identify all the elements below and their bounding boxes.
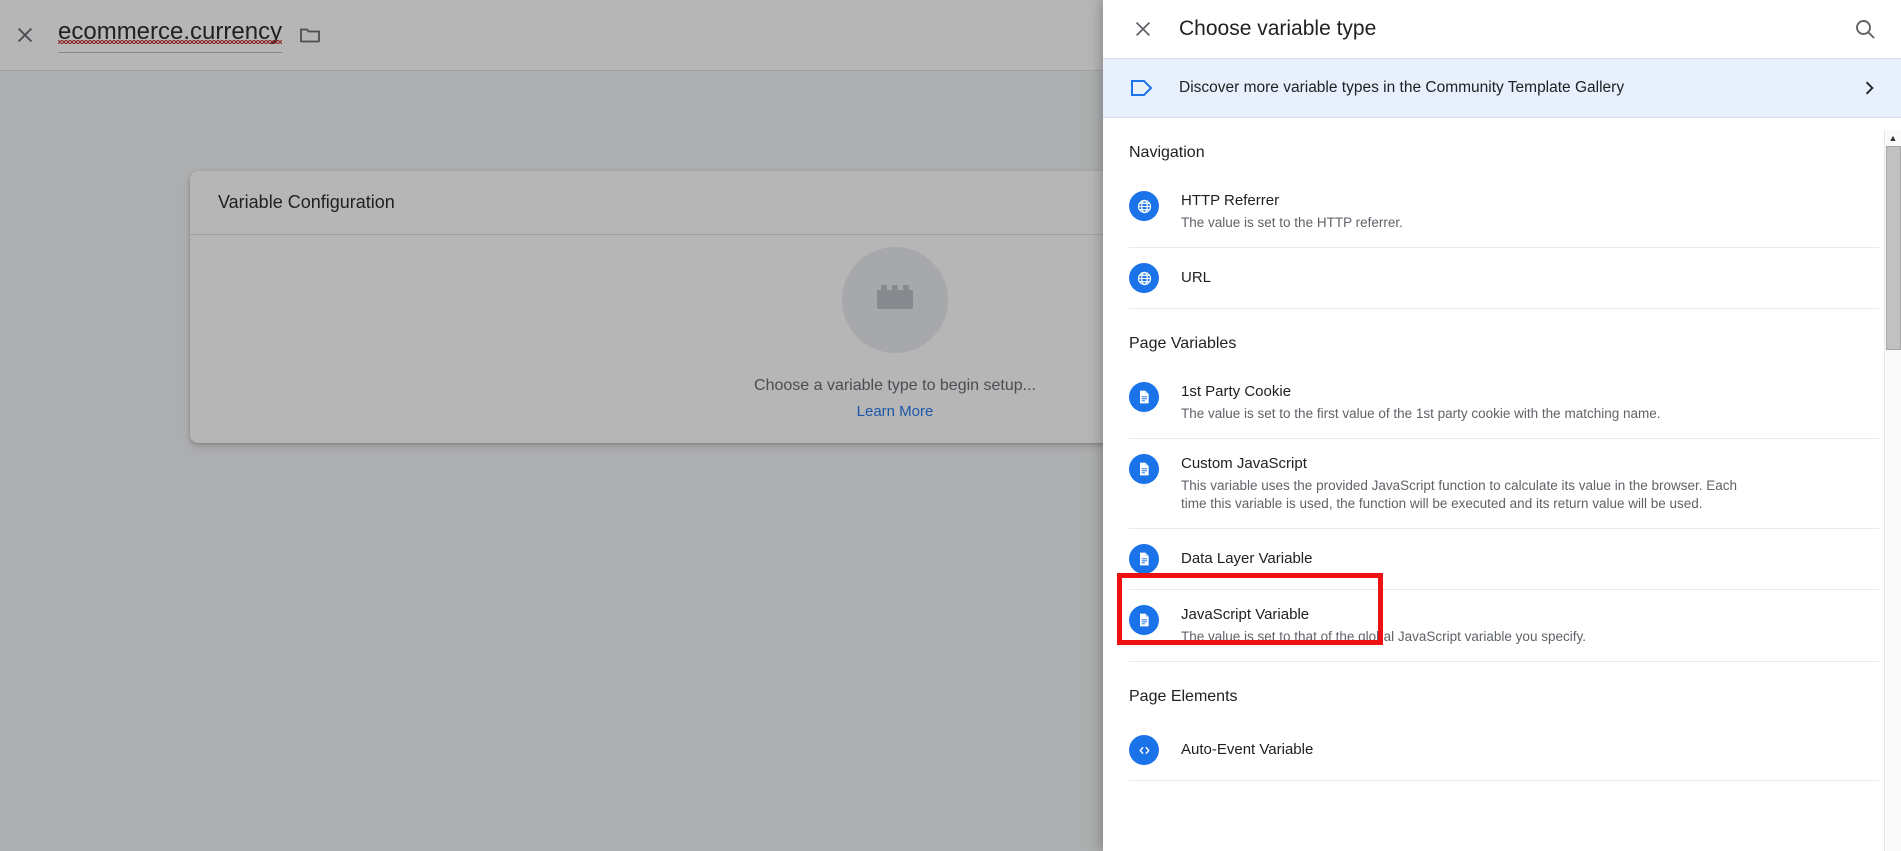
variable-type-desc: The value is set to the first value of t… [1181, 406, 1661, 421]
section-title-page-elements: Page Elements [1129, 688, 1238, 705]
close-icon[interactable] [10, 20, 40, 50]
variable-type-text: Data Layer Variable [1181, 548, 1879, 569]
variable-type-desc: The value is set to that of the global J… [1181, 629, 1586, 644]
variable-type-1st-party-cookie[interactable]: 1st Party Cookie The value is set to the… [1129, 367, 1879, 439]
variable-type-custom-javascript[interactable]: Custom JavaScript This variable uses the… [1129, 439, 1879, 529]
folder-icon[interactable] [298, 23, 322, 47]
search-icon[interactable] [1851, 15, 1879, 43]
document-icon [1129, 605, 1159, 635]
variable-type-name: 1st Party Cookie [1181, 383, 1292, 400]
variable-type-name: URL [1181, 269, 1212, 286]
variable-type-text: JavaScript Variable The value is set to … [1181, 604, 1879, 646]
scroll-up-arrow-icon[interactable]: ▲ [1885, 130, 1901, 146]
empty-state-message: Choose a variable type to begin setup... [754, 376, 1036, 394]
variable-type-text: HTTP Referrer The value is set to the HT… [1181, 190, 1879, 232]
chevron-right-icon [1859, 78, 1879, 98]
panel-scrollbar[interactable]: ▲ [1884, 130, 1901, 851]
choose-variable-type-panel: Choose variable type Discover more varia… [1103, 0, 1901, 851]
section-title-page-variables: Page Variables [1129, 335, 1237, 352]
variable-type-http-referrer[interactable]: HTTP Referrer The value is set to the HT… [1129, 176, 1879, 248]
page-title: Variable Configuration [218, 192, 395, 212]
variable-type-name: Custom JavaScript [1181, 455, 1307, 472]
document-icon [1129, 454, 1159, 484]
globe-icon [1129, 191, 1159, 221]
variable-type-list-scroll[interactable]: Navigation HTTP Referrer The value is se… [1103, 118, 1901, 851]
variable-name-group: ecommerce.currency [58, 17, 322, 53]
variable-type-name: JavaScript Variable [1181, 606, 1310, 623]
variable-type-desc: This variable uses the provided JavaScri… [1181, 478, 1738, 511]
variable-type-text: URL [1181, 267, 1879, 288]
variable-type-text: 1st Party Cookie The value is set to the… [1181, 381, 1879, 423]
gallery-banner-label: Discover more variable types in the Comm… [1179, 79, 1625, 96]
code-icon [1129, 735, 1159, 765]
panel-header: Choose variable type [1103, 0, 1901, 58]
variable-type-desc: The value is set to the HTTP referrer. [1181, 215, 1403, 230]
variable-name-input[interactable]: ecommerce.currency [58, 17, 283, 53]
scrollbar-thumb[interactable] [1886, 146, 1901, 350]
variable-type-list-page-elements: Auto-Event Variable [1103, 720, 1901, 781]
variable-type-name: Data Layer Variable [1181, 550, 1313, 567]
variable-type-url[interactable]: URL [1129, 248, 1879, 309]
lego-brick-icon [842, 246, 948, 353]
variable-type-name: Auto-Event Variable [1181, 741, 1314, 758]
globe-icon [1129, 263, 1159, 293]
tag-icon [1129, 77, 1155, 99]
variable-type-javascript-variable[interactable]: JavaScript Variable The value is set to … [1129, 590, 1879, 662]
community-template-gallery-banner[interactable]: Discover more variable types in the Comm… [1103, 58, 1901, 118]
learn-more-link[interactable]: Learn More [857, 403, 934, 420]
spellcheck-underline [58, 40, 283, 44]
variable-type-text: Auto-Event Variable [1181, 739, 1879, 760]
document-icon [1129, 544, 1159, 574]
variable-type-auto-event-variable[interactable]: Auto-Event Variable [1129, 720, 1879, 781]
variable-type-list-navigation: HTTP Referrer The value is set to the HT… [1103, 176, 1901, 309]
document-icon [1129, 382, 1159, 412]
variable-type-name: HTTP Referrer [1181, 192, 1280, 209]
variable-type-text: Custom JavaScript This variable uses the… [1181, 453, 1879, 513]
variable-type-list-page-variables: 1st Party Cookie The value is set to the… [1103, 367, 1901, 662]
variable-type-data-layer-variable[interactable]: Data Layer Variable [1129, 529, 1879, 590]
close-icon[interactable] [1129, 15, 1157, 43]
panel-title: Choose variable type [1179, 17, 1377, 40]
section-title-navigation: Navigation [1129, 144, 1205, 161]
